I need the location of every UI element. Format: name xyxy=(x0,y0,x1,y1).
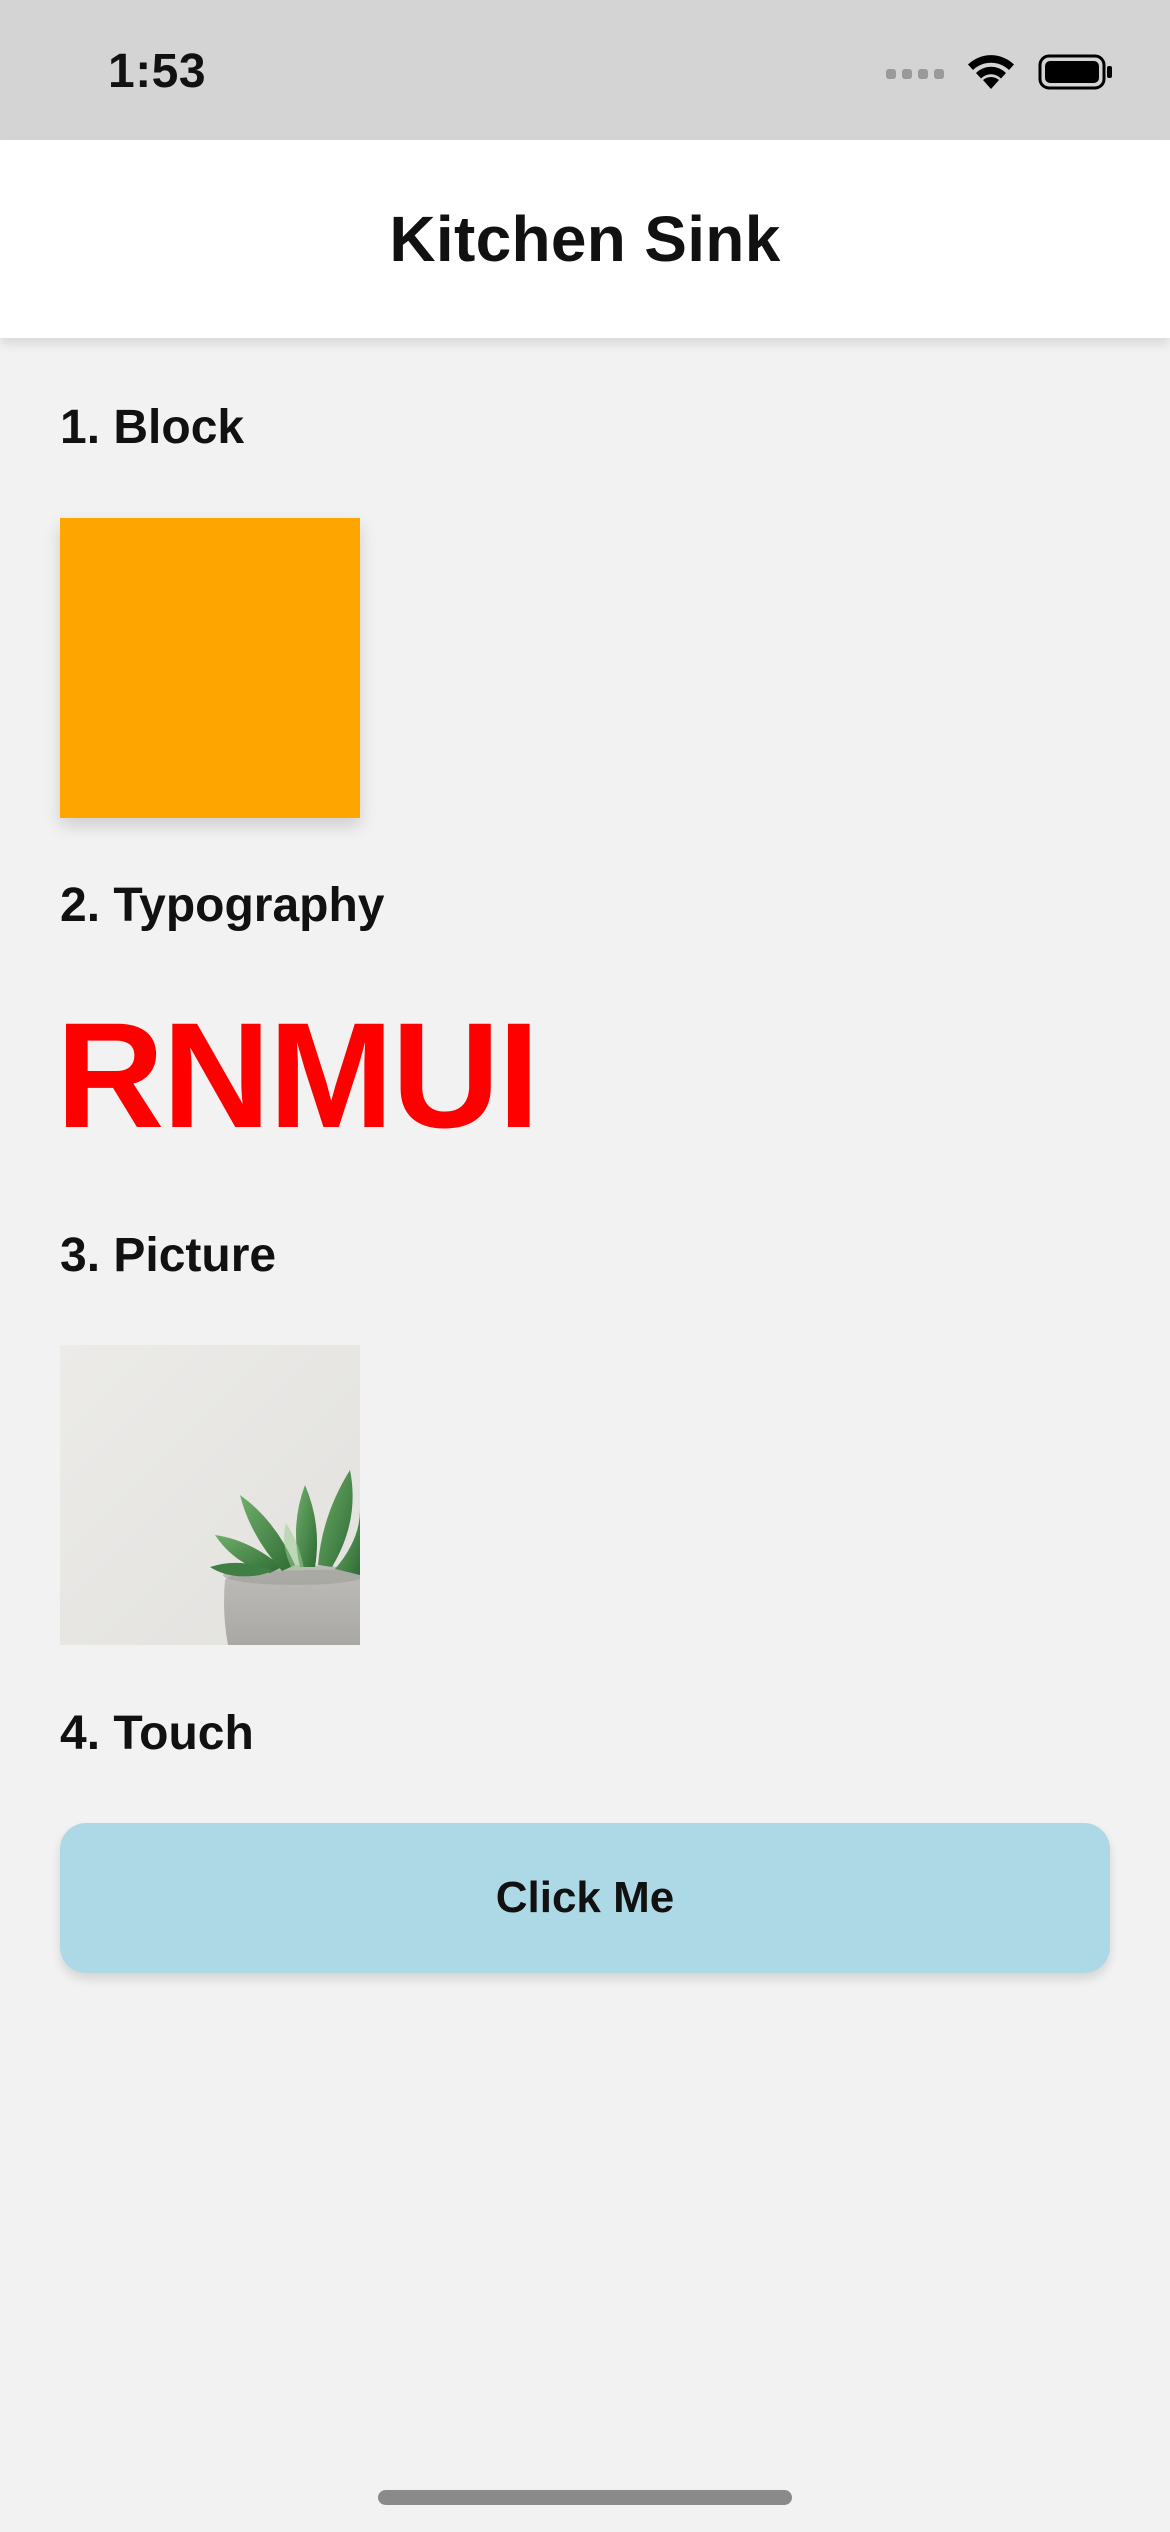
signal-icon xyxy=(886,69,944,79)
home-indicator[interactable] xyxy=(378,2490,792,2505)
battery-icon xyxy=(1038,53,1114,96)
section-title-touch: 4. Touch xyxy=(60,1707,254,1760)
wifi-icon xyxy=(966,53,1016,96)
section-title-block: 1. Block xyxy=(60,401,245,454)
click-me-button[interactable]: Click Me xyxy=(60,1823,1110,1973)
typography-sample: RNMUI xyxy=(56,991,540,1159)
section-title-typography: 2. Typography xyxy=(60,879,385,932)
status-time: 1:53 xyxy=(108,45,207,98)
section-title-picture: 3. Picture xyxy=(60,1229,277,1282)
app-header: Kitchen Sink xyxy=(0,140,1170,338)
status-bar: 1:53 xyxy=(0,0,1170,140)
status-icons xyxy=(886,52,1114,96)
succulent-picture xyxy=(60,1345,360,1645)
click-me-button-label: Click Me xyxy=(495,1873,675,1922)
page-title: Kitchen Sink xyxy=(389,203,781,275)
orange-block xyxy=(60,518,360,818)
